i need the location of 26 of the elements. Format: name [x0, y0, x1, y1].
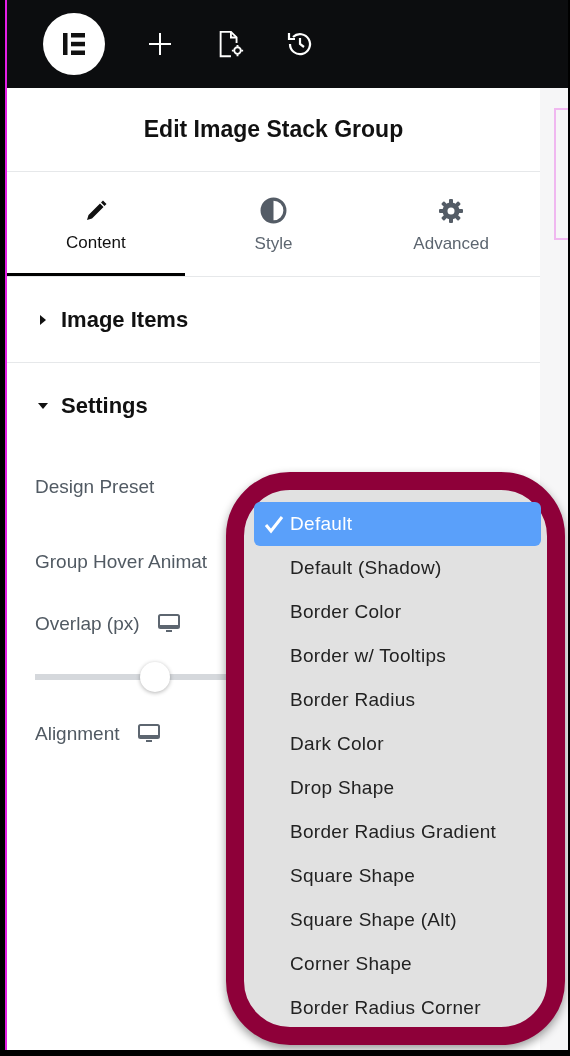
dropdown-option[interactable]: Square Shape	[254, 854, 541, 898]
dropdown-option[interactable]: Border Radius Gradient	[254, 810, 541, 854]
desktop-icon[interactable]	[137, 724, 160, 744]
dropdown-option[interactable]: Default (Shadow)	[254, 546, 541, 590]
dropdown-option[interactable]: Border Color	[254, 590, 541, 634]
settings-icon	[438, 197, 465, 224]
control-label: Overlap (px)	[35, 613, 140, 635]
dropdown-option[interactable]: Border Radius Corner	[254, 986, 541, 1030]
control-label: Group Hover Animat	[35, 550, 208, 573]
dropdown-option[interactable]: Square Shape (Alt)	[254, 898, 541, 942]
slider-thumb[interactable]	[140, 661, 170, 692]
control-label: Alignment	[35, 723, 120, 745]
dropdown-option[interactable]: Dark Color	[254, 722, 541, 766]
panel-tab[interactable]: Style	[184, 172, 363, 276]
section-header[interactable]: Settings	[7, 363, 540, 449]
dropdown-option[interactable]: Corner Shape	[254, 942, 541, 986]
checkmark-icon	[264, 514, 284, 534]
dropdown-option[interactable]: Border w/ Tooltips	[254, 634, 541, 678]
logo-icon	[61, 31, 87, 57]
dropdown-option[interactable]: Border Radius	[254, 678, 541, 722]
dropdown-option[interactable]: Drop Shape	[254, 766, 541, 810]
panel-tab[interactable]: Content	[7, 172, 185, 276]
desktop-icon[interactable]	[157, 614, 180, 634]
contrast-icon	[260, 197, 287, 224]
control-label: Design Preset	[35, 475, 155, 498]
panel-tab[interactable]: Advanced	[362, 172, 540, 276]
